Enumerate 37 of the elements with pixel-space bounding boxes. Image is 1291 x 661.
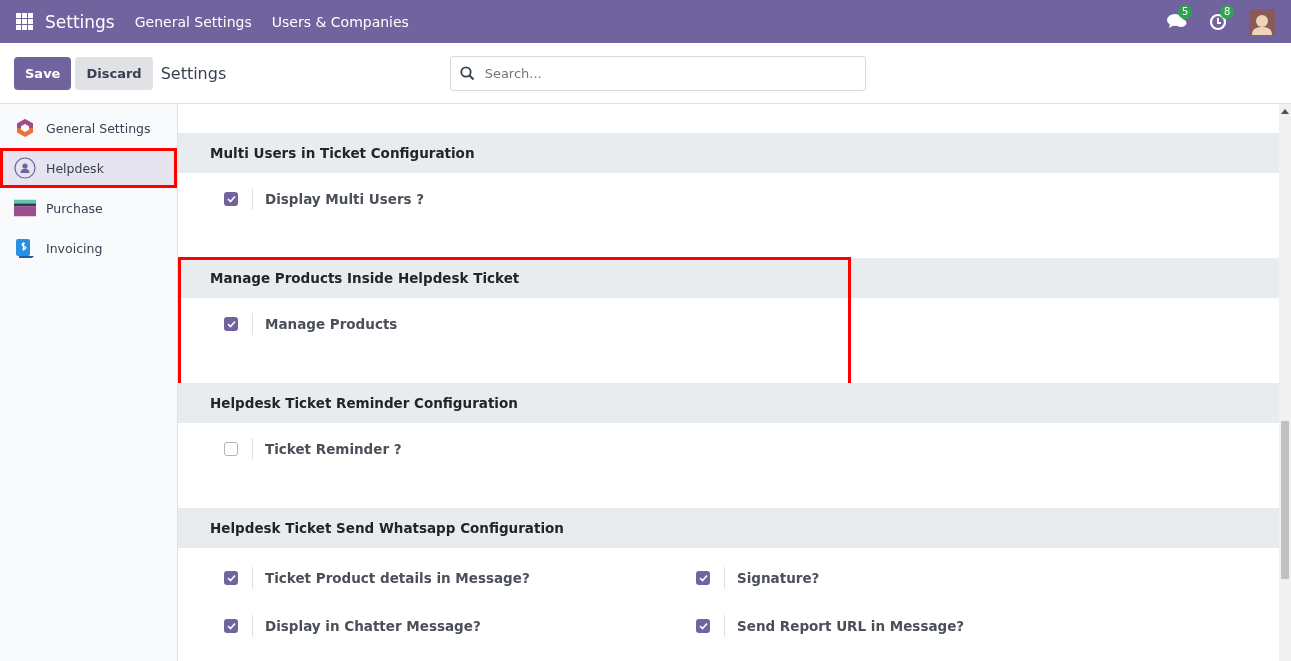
card-icon (14, 199, 36, 217)
scroll-up-arrow-icon[interactable] (1281, 108, 1289, 114)
user-avatar[interactable] (1249, 8, 1275, 35)
app-grid-icon[interactable] (16, 13, 33, 30)
setting-label: Display in Chatter Message? (265, 618, 481, 634)
checkbox[interactable] (224, 571, 238, 585)
discard-button[interactable]: Discard (75, 56, 153, 90)
checkbox[interactable] (224, 317, 238, 331)
setting-label: Display Multi Users ? (265, 191, 425, 207)
chat-bubbles-icon[interactable] (1167, 13, 1187, 30)
checkbox[interactable] (224, 619, 238, 633)
person-circle-icon (14, 157, 36, 179)
notification-badge: 8 (1220, 4, 1235, 19)
checkbox[interactable] (696, 571, 710, 585)
invoice-icon (15, 238, 35, 258)
notification-badge: 5 (1178, 5, 1193, 19)
scrollbar[interactable] (1279, 104, 1291, 661)
sidebar-item[interactable]: General Settings (0, 108, 177, 148)
setting-label: Manage Products (265, 316, 398, 332)
setting-label: Ticket Product details in Message? (265, 570, 530, 586)
checkbox[interactable] (224, 442, 238, 456)
menu-item[interactable]: General Settings (134, 13, 252, 30)
checkbox[interactable] (696, 619, 710, 633)
sidebar-item[interactable]: Invoicing (0, 228, 177, 268)
breadcrumb: Settings (160, 63, 228, 83)
save-button[interactable]: Save (14, 56, 72, 90)
scrollbar-thumb[interactable] (1281, 421, 1289, 579)
search-field[interactable]: Search... (449, 55, 866, 91)
checkbox[interactable] (224, 192, 238, 206)
menu-item[interactable]: Users & Companies (271, 13, 409, 30)
sidebar-item[interactable]: Helpdesk (0, 148, 177, 188)
setting-label: Send Report URL in Message? (737, 618, 965, 634)
sidebar-item[interactable]: Purchase (0, 188, 177, 228)
setting-label: Signature? (737, 570, 820, 586)
hexagon-icon (15, 118, 35, 138)
setting-label: Ticket Reminder ? (265, 441, 402, 457)
app-title[interactable]: Settings (45, 11, 115, 32)
